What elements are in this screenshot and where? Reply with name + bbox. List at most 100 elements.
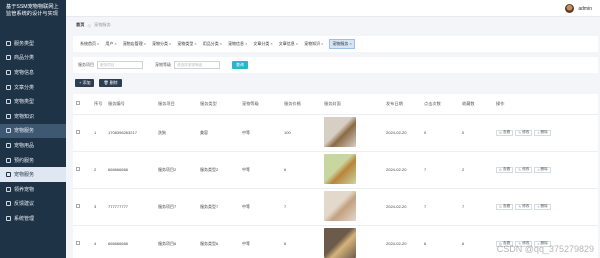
delete-button[interactable]: × 删除 — [534, 203, 551, 210]
close-icon[interactable]: × — [114, 41, 116, 46]
tab-tag[interactable]: 宠物店管理× — [123, 41, 146, 47]
row-select-cell — [73, 114, 91, 152]
sidebar-item[interactable]: 宠物服务 — [0, 123, 66, 139]
delete-button[interactable]: × 删除 — [534, 166, 551, 173]
tab-tags-bar: 系统首页× 用户× 宠物店管理× 宠物分类× 宠物类型× 用品分类× 宠物信息× 文章分类× 文… — [73, 36, 598, 52]
view-button[interactable]: ⊙ 查看 — [496, 203, 514, 210]
tab-tag[interactable]: 宠物服务× — [329, 39, 355, 49]
username[interactable]: admin — [578, 6, 592, 12]
sidebar-item-label: 宠物服务 — [14, 172, 35, 179]
column-header: 服务项目 — [155, 94, 197, 115]
select-all-header[interactable] — [73, 94, 91, 115]
close-icon[interactable]: × — [194, 41, 196, 46]
close-icon[interactable]: × — [97, 41, 99, 46]
tab-tag[interactable]: 宠物知识× — [304, 41, 323, 47]
delete-button[interactable]: × 删除 — [534, 129, 551, 136]
sidebar-item[interactable]: 服务类型 — [0, 36, 66, 51]
edit-button[interactable]: ✎ 修改 — [515, 166, 533, 173]
sidebar-item[interactable]: 宠物用品 — [0, 138, 66, 153]
cell-level: 中等 — [239, 151, 281, 189]
close-icon[interactable]: × — [144, 41, 146, 46]
tab-tag[interactable]: 用户× — [105, 41, 116, 47]
sidebar-item[interactable]: 文章分类 — [0, 80, 66, 95]
tab-tag[interactable]: 文章分类× — [253, 41, 272, 47]
cell-favs: 6 — [459, 225, 493, 258]
close-icon[interactable]: × — [296, 41, 298, 46]
edit-label: 修改 — [522, 167, 530, 171]
tab-tag[interactable]: 用品分类× — [203, 41, 222, 47]
cell-clicks: 0 — [421, 114, 459, 152]
eye-icon: ⊙ — [499, 204, 503, 209]
close-icon[interactable]: × — [169, 41, 171, 46]
edit-button[interactable]: ✎ 修改 — [515, 129, 533, 136]
cell-type: 服务类型6 — [197, 225, 239, 258]
row-checkbox[interactable] — [76, 167, 80, 171]
avatar[interactable] — [565, 4, 575, 13]
tab-tag-label: 宠物店管理 — [122, 41, 143, 46]
edit-button[interactable]: ✎ 修改 — [515, 203, 533, 210]
row-checkbox[interactable] — [76, 204, 80, 208]
system-title: 基于SSM宠物物联网上监管系统的设计与实现 — [6, 4, 59, 17]
service-cover-image[interactable] — [324, 117, 356, 147]
view-button[interactable]: ⊙ 查看 — [496, 166, 514, 173]
cell-type: 服务类型7 — [197, 188, 239, 226]
cell-no: 4 — [91, 225, 105, 258]
cell-date: 2024-02-20 — [383, 114, 421, 152]
sidebar-item[interactable]: 反馈建议 — [0, 197, 66, 212]
data-table: 序号 服务编号 服务项目 服务类型 宠物等级 服务价格 服务封面 发布日期 点击次数 收藏数 操作 … — [73, 94, 598, 258]
tab-tag[interactable]: 宠物信息× — [228, 41, 247, 47]
breadcrumb-home[interactable]: 首页 — [76, 22, 84, 28]
sidebar-item[interactable]: 系统管理 — [0, 211, 66, 226]
search-select-level[interactable]: 请选择宠物等级 — [174, 61, 220, 69]
select-all-checkbox[interactable] — [76, 101, 80, 106]
cell-clicks: 7 — [421, 188, 459, 226]
sidebar-item-label: 宠物类型 — [14, 99, 35, 106]
sidebar-item[interactable]: 预约服务 — [0, 153, 66, 168]
close-icon[interactable]: × — [349, 41, 351, 46]
service-cover-image[interactable] — [324, 191, 356, 221]
table-row: 3 777777777 服务项目7 服务类型7 中等 7 2024-02-20 7 7 ⊙ 查看 ✎ 修… — [73, 188, 598, 226]
sidebar-item[interactable]: 商品分类 — [0, 51, 66, 66]
sidebar-item[interactable]: 宠物知识 — [0, 109, 66, 124]
tab-tag-label: 宠物服务 — [332, 41, 349, 46]
book-icon — [6, 113, 11, 119]
table-header-row: 序号 服务编号 服务项目 服务类型 宠物等级 服务价格 服务封面 发布日期 点击次数 收藏数 操作 — [73, 94, 598, 115]
cell-item: 洗狗 — [155, 114, 197, 152]
column-header: 操作 — [493, 94, 598, 115]
close-icon[interactable]: × — [270, 41, 272, 46]
service-cover-image[interactable] — [324, 228, 356, 258]
tab-tag[interactable]: 系统首页× — [80, 41, 99, 47]
row-checkbox[interactable] — [76, 130, 80, 134]
sidebar-item-label: 系统管理 — [14, 215, 35, 222]
sidebar-item[interactable]: 领养宠物 — [0, 182, 66, 197]
sidebar-item[interactable]: 宠物类型 — [0, 94, 66, 109]
service-cover-image[interactable] — [324, 154, 356, 184]
user-menu[interactable]: admin — [565, 4, 592, 13]
service-icon — [6, 172, 11, 178]
sidebar-item[interactable]: 宠物服务 — [0, 167, 66, 182]
cell-clicks: 6 — [421, 225, 459, 258]
sidebar-item[interactable]: 宠物信息 — [0, 65, 66, 80]
cell-type: 服务类型2 — [197, 151, 239, 189]
add-button[interactable]: + 添加 — [75, 79, 95, 87]
search-button[interactable]: 查询 — [232, 61, 248, 69]
breadcrumb: 首页 ◎ 宠物服务 — [76, 22, 111, 28]
batch-delete-button[interactable]: 🗑 删除 — [99, 79, 122, 87]
close-icon[interactable]: × — [220, 41, 222, 46]
view-button[interactable]: ⊙ 查看 — [496, 129, 514, 136]
tab-tag[interactable]: 宠物分类× — [152, 41, 171, 47]
tab-tag[interactable]: 宠物类型× — [177, 41, 196, 47]
view-label: 查看 — [503, 204, 511, 208]
sidebar-item-label: 宠物用品 — [14, 142, 35, 149]
edit-icon: ✎ — [518, 167, 522, 172]
cell-item: 服务项目7 — [155, 188, 197, 226]
row-checkbox[interactable] — [76, 241, 80, 245]
edit-label: 修改 — [522, 130, 530, 134]
close-icon[interactable]: × — [245, 41, 247, 46]
close-icon[interactable]: × — [321, 41, 323, 46]
sidebar-menu: 服务类型 商品分类 宠物信息 文章分类 宠物类型 宠物知识 宠物服务 宠物用品 预约服务 宠物服务… — [0, 36, 66, 226]
tab-tag[interactable]: 文章信息× — [279, 41, 298, 47]
cell-date: 2024-02-20 — [383, 188, 421, 226]
search-input-item[interactable]: 服务项目 — [97, 61, 143, 69]
sidebar-item-label: 反馈建议 — [14, 201, 35, 208]
